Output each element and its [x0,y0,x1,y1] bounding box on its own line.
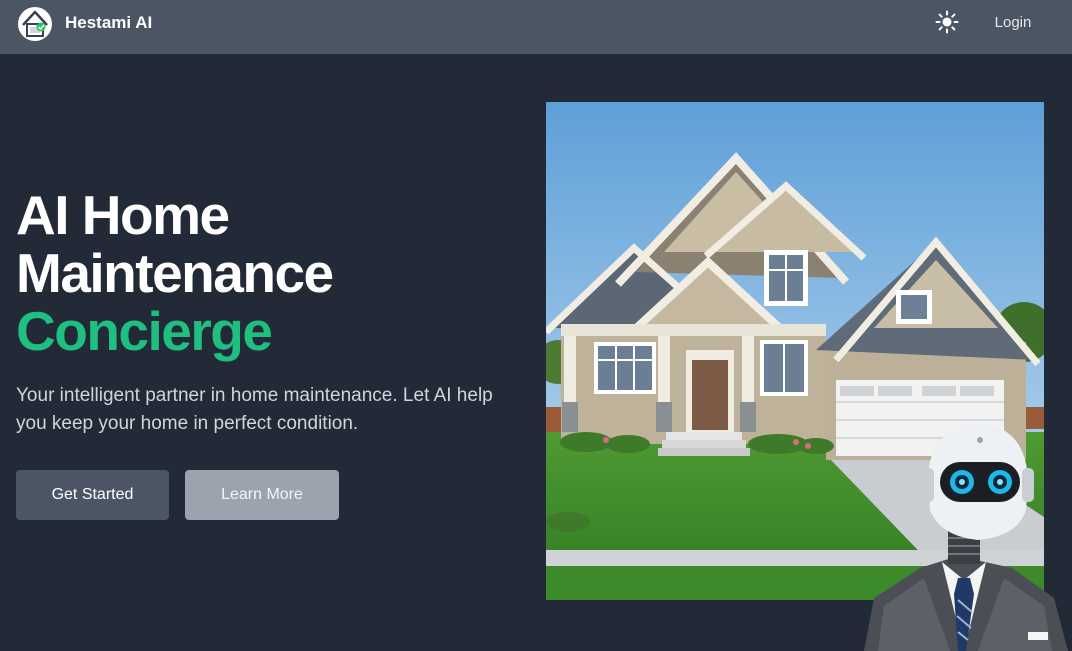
brand-name[interactable]: Hestami AI [65,12,152,34]
hero-title-accent: Concierge [16,300,273,362]
top-navbar: Hestami AI Login [0,0,1072,54]
hero-title-line-1: AI Home [16,184,230,246]
hero-title-line-2: Maintenance [16,242,334,304]
robot-butler-image [864,424,1068,651]
hero-title: AI Home Maintenance Concierge [16,184,334,362]
login-link[interactable]: Login [982,12,1044,34]
get-started-button[interactable]: Get Started [16,470,169,520]
hero-subtitle: Your intelligent partner in home mainten… [16,385,493,434]
learn-more-button[interactable]: Learn More [185,470,339,520]
house-logo-icon[interactable] [17,4,53,42]
sun-icon[interactable] [934,9,960,35]
